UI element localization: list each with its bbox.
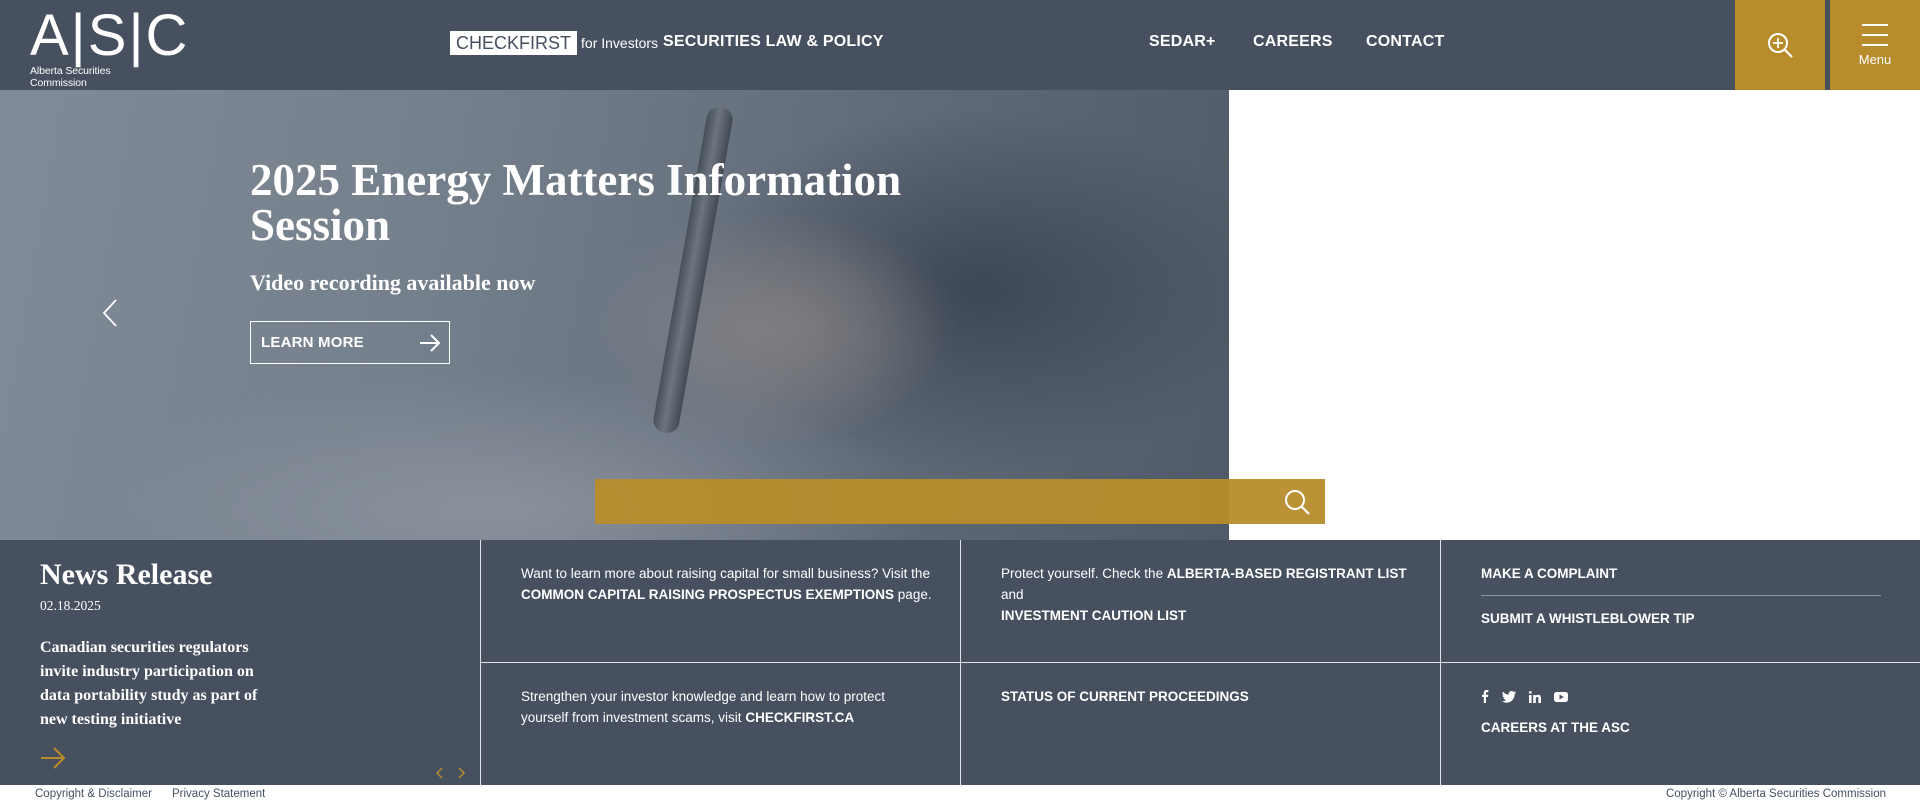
protect-and-text: and [1001,587,1024,602]
make-a-complaint-link[interactable]: MAKE A COMPLAINT [1481,563,1881,584]
investor-knowledge-tile: Strengthen your investor knowledge and l… [521,686,921,728]
protect-text: Protect yourself. Check the [1001,566,1164,581]
linkedin-icon[interactable] [1529,690,1541,703]
grid-divider [481,662,1920,663]
privacy-statement-link[interactable]: Privacy Statement [172,788,265,800]
whistleblower-tip-link[interactable]: SUBMIT A WHISTLEBLOWER TIP [1481,608,1881,629]
twitter-icon[interactable] [1502,690,1516,703]
asc-logo[interactable]: A|S|C Alberta Securities Commission [30,3,190,90]
careers-at-asc-link[interactable]: CAREERS AT THE ASC [1481,717,1630,738]
divider [1481,595,1881,596]
learn-more-button[interactable]: LEARN MORE [250,321,450,364]
prospectus-exemptions-link[interactable]: COMMON CAPITAL RAISING PROSPECTUS EXEMPT… [521,587,894,602]
checkfirst-subtitle: for Investors [581,35,659,51]
menu-label: Menu [1858,51,1892,67]
arrow-right-icon [420,334,441,352]
news-release-date: 02.18.2025 [40,598,101,613]
site-search-input[interactable] [595,479,1255,524]
capital-text: Want to learn more about raising capital… [521,566,930,581]
social-tile: CAREERS AT THE ASC [1481,690,1630,738]
copyright-notice: Copyright © Alberta Securities Commissio… [1665,788,1886,800]
current-proceedings-link[interactable]: STATUS OF CURRENT PROCEEDINGS [1001,686,1249,707]
learn-more-label: LEARN MORE [261,334,364,351]
search-icon[interactable] [1284,489,1310,515]
info-grid: News Release 02.18.2025 Canadian securit… [0,540,1920,785]
hamburger-icon [1862,23,1888,46]
zoom-in-icon [1768,33,1793,58]
news-prev-chevron-icon[interactable] [435,767,445,779]
facebook-icon[interactable] [1481,690,1489,703]
logo-mark: A|S|C [30,3,190,68]
chevron-left-icon [102,299,117,327]
checkfirst-badge: CHECKFIRST [450,31,578,55]
news-release-panel: News Release 02.18.2025 Canadian securit… [40,558,270,776]
quick-links-tile: MAKE A COMPLAINT SUBMIT A WHISTLEBLOWER … [1481,563,1881,629]
nav-careers[interactable]: CAREERS [1253,33,1333,51]
nav-securities-law[interactable]: SECURITIES LAW & POLICY [663,33,884,51]
site-search-bar [595,479,1325,524]
header-search-button[interactable] [1735,0,1825,90]
arrow-right-icon[interactable] [40,746,66,770]
nav-sedar[interactable]: SEDAR+ [1149,33,1216,51]
menu-button[interactable]: Menu [1830,0,1920,90]
news-release-headline[interactable]: Canadian securities regulators invite in… [40,636,270,732]
hero-subtitle: Video recording available now [250,270,536,295]
registrant-list-link[interactable]: ALBERTA-BASED REGISTRANT LIST [1167,566,1407,581]
youtube-icon[interactable] [1554,691,1568,702]
copyright-disclaimer-link[interactable]: Copyright & Disclaimer [35,788,152,800]
logo-subtitle: Alberta Securities Commission [30,65,111,89]
news-release-title: News Release [40,558,213,591]
protect-yourself-tile: Protect yourself. Check the ALBERTA-BASE… [1001,563,1421,626]
news-next-chevron-icon[interactable] [456,767,466,779]
carousel-prev-button[interactable] [100,298,120,333]
capital-text-end: page. [897,587,932,602]
checkfirst-ca-link[interactable]: CHECKFIRST.CA [745,710,854,725]
social-links [1481,690,1630,703]
investment-caution-list-link[interactable]: INVESTMENT CAUTION LIST [1001,608,1186,623]
checkfirst-link[interactable]: CHECKFIRST for Investors [450,31,658,55]
site-header: A|S|C Alberta Securities Commission CHEC… [0,0,1920,90]
capital-raising-tile: Want to learn more about raising capital… [521,563,941,605]
hero-slide: 2025 Energy Matters Information Session … [0,90,1229,540]
hero-title: 2025 Energy Matters Information Session [250,155,902,250]
site-footer: Copyright & Disclaimer Privacy Statement… [0,785,1920,803]
nav-contact[interactable]: CONTACT [1366,33,1444,51]
